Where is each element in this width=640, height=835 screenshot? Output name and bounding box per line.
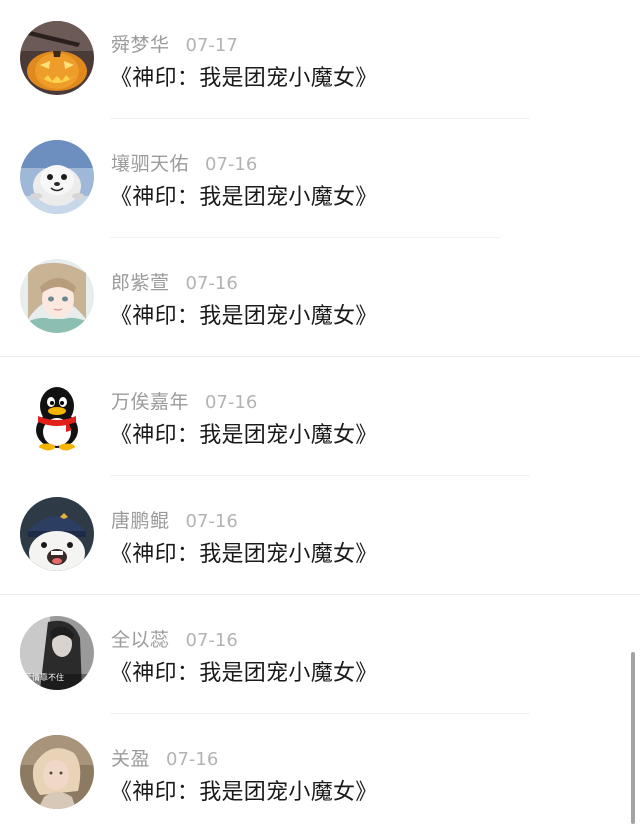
penguin-avatar[interactable] [20,378,94,452]
comment-text: 《神印：我是团宠小魔女》 [110,423,378,448]
comment-meta: 全以蕊 07-16 [111,625,238,651]
comment-meta: 万俟嘉年 07-16 [111,387,258,413]
username[interactable]: 舜梦华 [111,34,170,56]
comment-item[interactable]: 唐鹏鲲 07-16 《神印：我是团宠小魔女》 [0,476,640,595]
username[interactable]: 全以蕊 [111,629,170,651]
username[interactable]: 唐鹏鲲 [111,510,170,532]
comment-meta: 舜梦华 07-17 [111,30,238,56]
timestamp: 07-16 [205,392,258,413]
comment-item[interactable]: 爱情靠不住 全以蕊 07-16 《神印：我是团宠小魔女》 [0,595,640,714]
timestamp: 07-16 [166,749,219,770]
comment-meta: 壤驷天佑 07-16 [111,149,258,175]
girl-photo-avatar[interactable] [20,735,94,809]
comment-item[interactable]: 万俟嘉年 07-16 《神印：我是团宠小魔女》 [0,357,640,476]
comment-text: 《神印：我是团宠小魔女》 [110,66,378,91]
avatar-caption: 爱情靠不住 [24,673,64,682]
timestamp: 07-16 [205,154,258,175]
username[interactable]: 万俟嘉年 [111,391,189,413]
timestamp: 07-16 [185,630,238,651]
comment-list: 舜梦华 07-17 《神印：我是团宠小魔女》 壤驷天佑 07-16 《神印：我是… [0,0,640,835]
seal-avatar[interactable] [20,140,94,214]
comment-text: 《神印：我是团宠小魔女》 [110,185,378,210]
comment-meta: 唐鹏鲲 07-16 [111,506,238,532]
comment-text: 《神印：我是团宠小魔女》 [110,304,378,329]
scrollbar[interactable] [631,652,635,824]
pumpkin-lantern-avatar[interactable] [20,21,94,95]
comment-meta: 关盈 07-16 [111,744,219,770]
username[interactable]: 郎紫萱 [111,272,170,294]
timestamp: 07-16 [185,511,238,532]
comment-item[interactable]: 关盈 07-16 《神印：我是团宠小魔女》 [0,714,640,833]
timestamp: 07-16 [185,273,238,294]
photo-avatar[interactable]: 爱情靠不住 [20,616,94,690]
timestamp: 07-17 [185,35,238,56]
anime-girl-avatar[interactable] [20,259,94,333]
comment-text: 《神印：我是团宠小魔女》 [110,661,378,686]
comment-item[interactable]: 舜梦华 07-17 《神印：我是团宠小魔女》 [0,0,640,119]
comment-item[interactable]: 郎紫萱 07-16 《神印：我是团宠小魔女》 [0,238,640,357]
username[interactable]: 关盈 [111,748,150,770]
comment-text: 《神印：我是团宠小魔女》 [110,542,378,567]
comment-text: 《神印：我是团宠小魔女》 [110,780,378,805]
comment-meta: 郎紫萱 07-16 [111,268,238,294]
comment-item[interactable]: 壤驷天佑 07-16 《神印：我是团宠小魔女》 [0,119,640,238]
username[interactable]: 壤驷天佑 [111,153,189,175]
cartoon-bear-avatar[interactable] [20,497,94,571]
